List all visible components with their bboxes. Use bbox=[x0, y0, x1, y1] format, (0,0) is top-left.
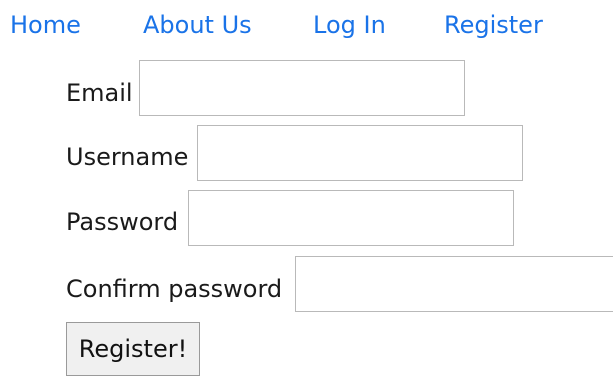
confirm-password-label: Confirm password bbox=[66, 275, 283, 303]
password-label: Password bbox=[66, 208, 179, 236]
password-field[interactable] bbox=[188, 190, 514, 246]
email-label: Email bbox=[66, 79, 133, 107]
email-field[interactable] bbox=[139, 60, 465, 116]
registration-form: Email Username Password Confirm password… bbox=[0, 0, 613, 376]
username-label: Username bbox=[66, 143, 189, 171]
register-button[interactable]: Register! bbox=[66, 322, 200, 376]
confirm-password-field[interactable] bbox=[295, 256, 613, 312]
username-field[interactable] bbox=[197, 125, 523, 181]
